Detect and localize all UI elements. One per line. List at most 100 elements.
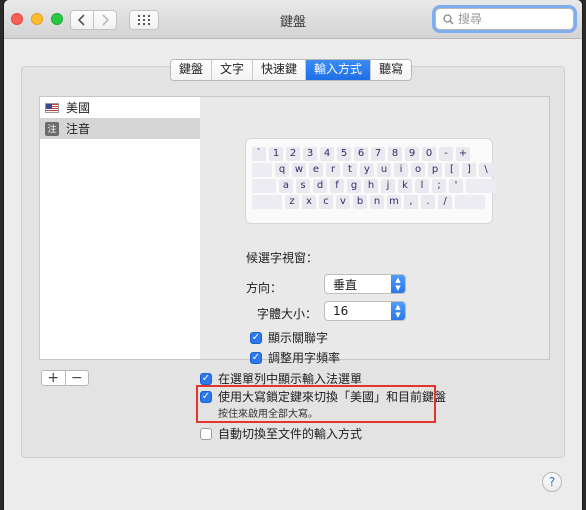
capslock-switch-checkbox[interactable]: ✓ 使用大寫鎖定鍵來切換「美國」和目前鍵盤 [200,388,446,405]
key: i [394,163,408,177]
key: ; [432,179,446,193]
list-item-label: 注音 [66,122,91,136]
direction-popup[interactable]: 垂直 ▲ ▼ [324,274,406,294]
key: k [398,179,412,193]
help-button[interactable]: ? [542,472,562,492]
tab-input-sources[interactable]: 輸入方式 [306,60,372,80]
tab-keyboard[interactable]: 鍵盤 [171,60,213,80]
direction-value: 垂直 [333,277,358,292]
key: 3 [303,147,317,161]
key: 8 [388,147,402,161]
title-bar: 鍵盤 [4,0,582,39]
key: v [336,195,350,209]
list-item-zhuyin[interactable]: 注 注音 [40,118,200,139]
key-blank [466,179,496,193]
key: j [381,179,395,193]
keyboard-row: z x c v b n m,. / [252,195,492,211]
capslock-switch-label: 使用大寫鎖定鍵來切換「美國」和目前鍵盤 [218,390,447,404]
key: [ [445,163,459,177]
tab-bar: 鍵盤 文字 快速鍵 輸入方式 聽寫 [170,59,413,81]
key: 1 [269,147,283,161]
preferences-window: 鍵盤 鍵盤 文字 快速鍵 輸入方式 聽寫 美國 注 注音 `123456789 [4,0,582,510]
key: t [343,163,357,177]
key: ' [449,179,463,193]
adjust-frequency-label: 調整用字頻率 [268,351,341,365]
content-area: 鍵盤 文字 快速鍵 輸入方式 聽寫 美國 注 注音 ` 1 2 3 4 5 6 7 8 9 0- + q… [4,39,582,510]
key: o [411,163,425,177]
direction-label: 方向： [245,281,282,295]
candidate-window-title: 候選字視窗： [246,251,319,265]
key: d [313,179,327,193]
search-field[interactable] [435,8,574,30]
key: y [360,163,374,177]
tab-shortcuts[interactable]: 快速鍵 [253,60,307,80]
key: c [319,195,333,209]
key: 5 [337,147,351,161]
font-size-value: 16 [333,304,349,318]
key: h [364,179,378,193]
key: 7 [371,147,385,161]
adjust-frequency-checkbox[interactable]: ✓ 調整用字頻率 [250,349,340,366]
font-size-popup[interactable]: 16 ▲ ▼ [324,301,406,321]
search-input[interactable] [458,12,558,26]
checkbox-empty [200,427,212,440]
key: 2 [286,147,300,161]
key: m [387,195,401,209]
checkmark-icon: ✓ [250,351,262,364]
key: 6 [354,147,368,161]
key: - [439,147,453,161]
key: w [292,163,306,177]
key-blank [252,163,272,177]
keyboard-layout-preview: ` 1 2 3 4 5 6 7 8 9 0- + q w e r t y u i o p[] \ a s d f g h j k l; ' z x c… [245,138,496,224]
keyboard-row: q w e r t y u i o p[] \ [252,163,493,179]
key: r [326,163,340,177]
key: 4 [320,147,334,161]
us-flag-icon [45,102,59,113]
list-edit-controls: + − [41,370,89,386]
show-related-checkbox[interactable]: ✓ 顯示關聯字 [250,329,328,346]
show-in-menubar-checkbox[interactable]: ✓ 在選單列中顯示輸入法選單 [200,370,362,387]
input-source-list: 美國 注 注音 [39,96,201,360]
remove-input-source-button[interactable]: − [66,371,89,385]
zhuyin-icon: 注 [45,121,59,136]
key: ] [462,163,476,177]
key: , [404,195,418,209]
key: a [279,179,293,193]
key: \ [479,163,493,177]
keyboard-row: ` 1 2 3 4 5 6 7 8 9 0- + [252,147,492,163]
key: z [285,195,299,209]
popup-arrows-icon: ▲ ▼ [391,275,405,293]
tab-text[interactable]: 文字 [212,60,254,80]
key: q [275,163,289,177]
show-in-menubar-label: 在選單列中顯示輸入法選單 [218,372,363,386]
checkmark-icon: ✓ [200,390,212,403]
list-item-label: 美國 [66,101,91,115]
key: u [377,163,391,177]
key: b [353,195,367,209]
key: l [415,179,429,193]
list-item-us[interactable]: 美國 [40,97,200,118]
key: 9 [405,147,419,161]
key-blank [252,179,276,193]
key: ` [252,147,266,161]
show-related-label: 顯示關聯字 [268,331,329,345]
key: s [296,179,310,193]
tab-dictation[interactable]: 聽寫 [371,60,412,80]
key-blank [252,195,282,209]
key: / [438,195,452,209]
key: g [347,179,361,193]
key: . [421,195,435,209]
checkmark-icon: ✓ [200,372,212,385]
checkmark-icon: ✓ [250,331,262,344]
auto-switch-label: 自動切換至文件的輸入方式 [218,427,363,441]
capslock-hint: 按住來啟用全部大寫。 [218,409,318,420]
key: x [302,195,316,209]
key: + [456,147,470,161]
add-input-source-button[interactable]: + [42,371,66,385]
search-icon [443,13,454,24]
key: f [330,179,344,193]
key: e [309,163,323,177]
keyboard-row: a s d f g h j k l; ' [252,179,496,195]
key: 0 [422,147,436,161]
auto-switch-checkbox[interactable]: 自動切換至文件的輸入方式 [200,425,362,442]
